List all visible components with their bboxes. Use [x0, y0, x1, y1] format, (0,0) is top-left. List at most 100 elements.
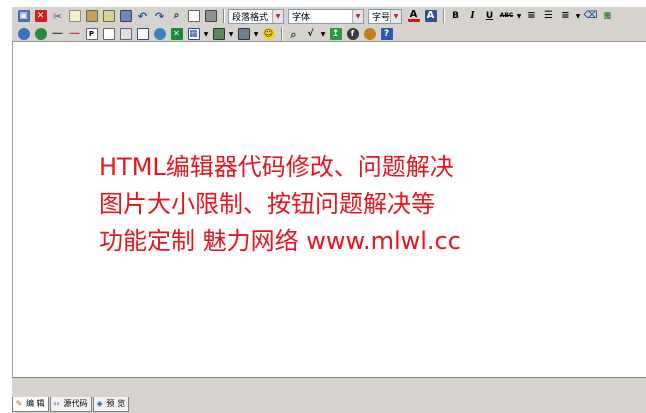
line-break-button[interactable]: ― — [67, 27, 82, 42]
preview-icon: ◈ — [96, 399, 103, 408]
code-icon: ‹› — [53, 399, 60, 408]
media-icon — [153, 28, 166, 40]
font-color-button[interactable]: A — [406, 9, 421, 24]
tab-preview[interactable]: ◈ 预 览 — [92, 396, 130, 412]
formula-button[interactable]: √ — [303, 27, 318, 42]
chevron-down-icon[interactable]: ▼ — [575, 9, 581, 24]
highlight-color-button[interactable]: A — [423, 9, 438, 24]
media-button[interactable] — [152, 27, 167, 42]
clipboard-icon — [119, 10, 132, 22]
tab-edit[interactable]: ✎ 编 辑 — [12, 396, 49, 412]
undo-icon: ↶ — [137, 9, 148, 23]
help-button[interactable]: ? — [379, 27, 394, 42]
smiley-icon: ☺ — [262, 28, 275, 40]
chevron-down-icon[interactable]: ▼ — [253, 27, 259, 42]
paragraph-icon: P — [85, 28, 98, 40]
font-size-select[interactable]: 字号 ▼ — [368, 8, 402, 24]
paste-button[interactable] — [84, 9, 99, 24]
zoom-icon: ⌕ — [290, 27, 297, 41]
special-char-icon — [363, 28, 376, 40]
horizontal-rule-icon: ― — [52, 28, 63, 39]
align-left-button[interactable]: ≡ — [524, 9, 539, 24]
paragraph-format-value: 段落格式 — [232, 12, 269, 23]
special-char-button[interactable] — [362, 27, 377, 42]
strikethrough-button[interactable]: ABC — [499, 9, 514, 24]
image-icon: 图 — [604, 11, 611, 20]
find-button[interactable]: ⌕ — [169, 9, 184, 24]
paste-text-button[interactable] — [101, 9, 116, 24]
underline-button[interactable]: U — [482, 9, 497, 24]
align-center-button[interactable]: ☰ — [541, 9, 556, 24]
undo-button[interactable]: ↶ — [135, 9, 150, 24]
print-button[interactable] — [203, 9, 218, 24]
copy-icon — [68, 10, 81, 22]
tab-preview-label: 预 览 — [106, 399, 126, 408]
toolbar-row-2: ― ― P ✕ ▦ ▼ ▼ ▼ ☺ ⌕ √ ▼ ↥ f ? — [12, 25, 646, 43]
font-family-value: 字体 — [292, 12, 311, 23]
tab-edit-label: 编 辑 — [26, 399, 45, 408]
align-center-icon: ☰ — [544, 10, 553, 21]
italic-button[interactable]: I — [465, 9, 480, 24]
flash-icon: f — [346, 28, 359, 40]
underline-icon: U — [485, 10, 494, 21]
paste-word-button[interactable] — [118, 9, 133, 24]
text-box-button[interactable] — [101, 27, 116, 42]
field-button[interactable] — [236, 27, 251, 42]
form-button[interactable] — [211, 27, 226, 42]
clear-button[interactable]: ✕ — [33, 9, 48, 24]
line-break-icon: ― — [69, 28, 80, 39]
pencil-icon: ✎ — [15, 399, 23, 408]
editor-toolbars: ▣ ✕ ✂ ↶ ↷ ⌕ 段落格式 ▼ 字体 ▼ 字号 ▼ A A B I U A… — [12, 6, 646, 42]
upload-icon: ↥ — [329, 28, 342, 40]
editor-content-area[interactable]: HTML编辑器代码修改、问题解决 图片大小限制、按钮问题解决等 功能定制 魅力网… — [12, 42, 646, 377]
font-family-select[interactable]: 字体 ▼ — [288, 8, 364, 24]
scissors-icon: ✂ — [52, 9, 63, 23]
printer-icon — [204, 10, 217, 22]
redo-icon: ↷ — [154, 9, 165, 23]
fullscreen-icon: ▣ — [17, 10, 30, 22]
insert-image-button[interactable] — [16, 27, 31, 42]
globe-image-icon — [17, 28, 30, 40]
redo-button[interactable]: ↷ — [152, 9, 167, 24]
chevron-down-icon[interactable]: ▼ — [228, 27, 234, 42]
layer-button[interactable] — [118, 27, 133, 42]
table-icon: ▦ — [187, 28, 200, 40]
tab-source[interactable]: ‹› 源代码 — [49, 396, 92, 412]
paragraph-format-select[interactable]: 段落格式 ▼ — [228, 8, 284, 24]
mode-tabs: ✎ 编 辑 ‹› 源代码 ◈ 预 览 — [12, 396, 130, 412]
copy-button[interactable] — [67, 9, 82, 24]
highlight-icon: A — [424, 10, 437, 22]
fullscreen-button[interactable]: ▣ — [16, 9, 31, 24]
content-line: HTML编辑器代码修改、问题解决 — [99, 153, 454, 181]
bold-button[interactable]: B — [448, 9, 463, 24]
table-button[interactable]: ▦ — [186, 27, 201, 42]
align-right-button[interactable]: ≡ — [558, 9, 573, 24]
image-button[interactable]: 图 — [600, 9, 615, 24]
html-editor: ▣ ✕ ✂ ↶ ↷ ⌕ 段落格式 ▼ 字体 ▼ 字号 ▼ A A B I U A… — [0, 0, 646, 413]
flash-button[interactable]: f — [345, 27, 360, 42]
frame-button[interactable] — [135, 27, 150, 42]
remove-format-button[interactable]: ⌫ — [583, 9, 598, 24]
chevron-down-icon[interactable]: ▼ — [320, 27, 326, 42]
chevron-down-icon[interactable]: ▼ — [516, 9, 522, 24]
tab-source-label: 源代码 — [63, 399, 88, 408]
link-icon — [34, 28, 47, 40]
toolbar-separator — [443, 9, 445, 23]
editor-mode-bar: ✎ 编 辑 ‹› 源代码 ◈ 预 览 — [12, 377, 646, 413]
excel-button[interactable]: ✕ — [169, 27, 184, 42]
paragraph-button[interactable]: P — [84, 27, 99, 42]
editor-content-text: HTML编辑器代码修改、问题解决 图片大小限制、按钮问题解决等 功能定制 魅力网… — [99, 149, 461, 260]
horizontal-rule-button[interactable]: ― — [50, 27, 65, 42]
form-icon — [212, 28, 225, 40]
chevron-down-icon[interactable]: ▼ — [203, 27, 209, 42]
upload-button[interactable]: ↥ — [328, 27, 343, 42]
help-icon: ? — [380, 28, 393, 40]
select-all-button[interactable] — [186, 9, 201, 24]
eraser-icon: ⌫ — [583, 10, 598, 21]
cut-button[interactable]: ✂ — [50, 9, 65, 24]
insert-link-button[interactable] — [33, 27, 48, 42]
emoticon-button[interactable]: ☺ — [261, 27, 276, 42]
zoom-button[interactable]: ⌕ — [286, 27, 301, 42]
paste-text-icon — [102, 10, 115, 22]
toolbar-separator — [281, 27, 283, 41]
